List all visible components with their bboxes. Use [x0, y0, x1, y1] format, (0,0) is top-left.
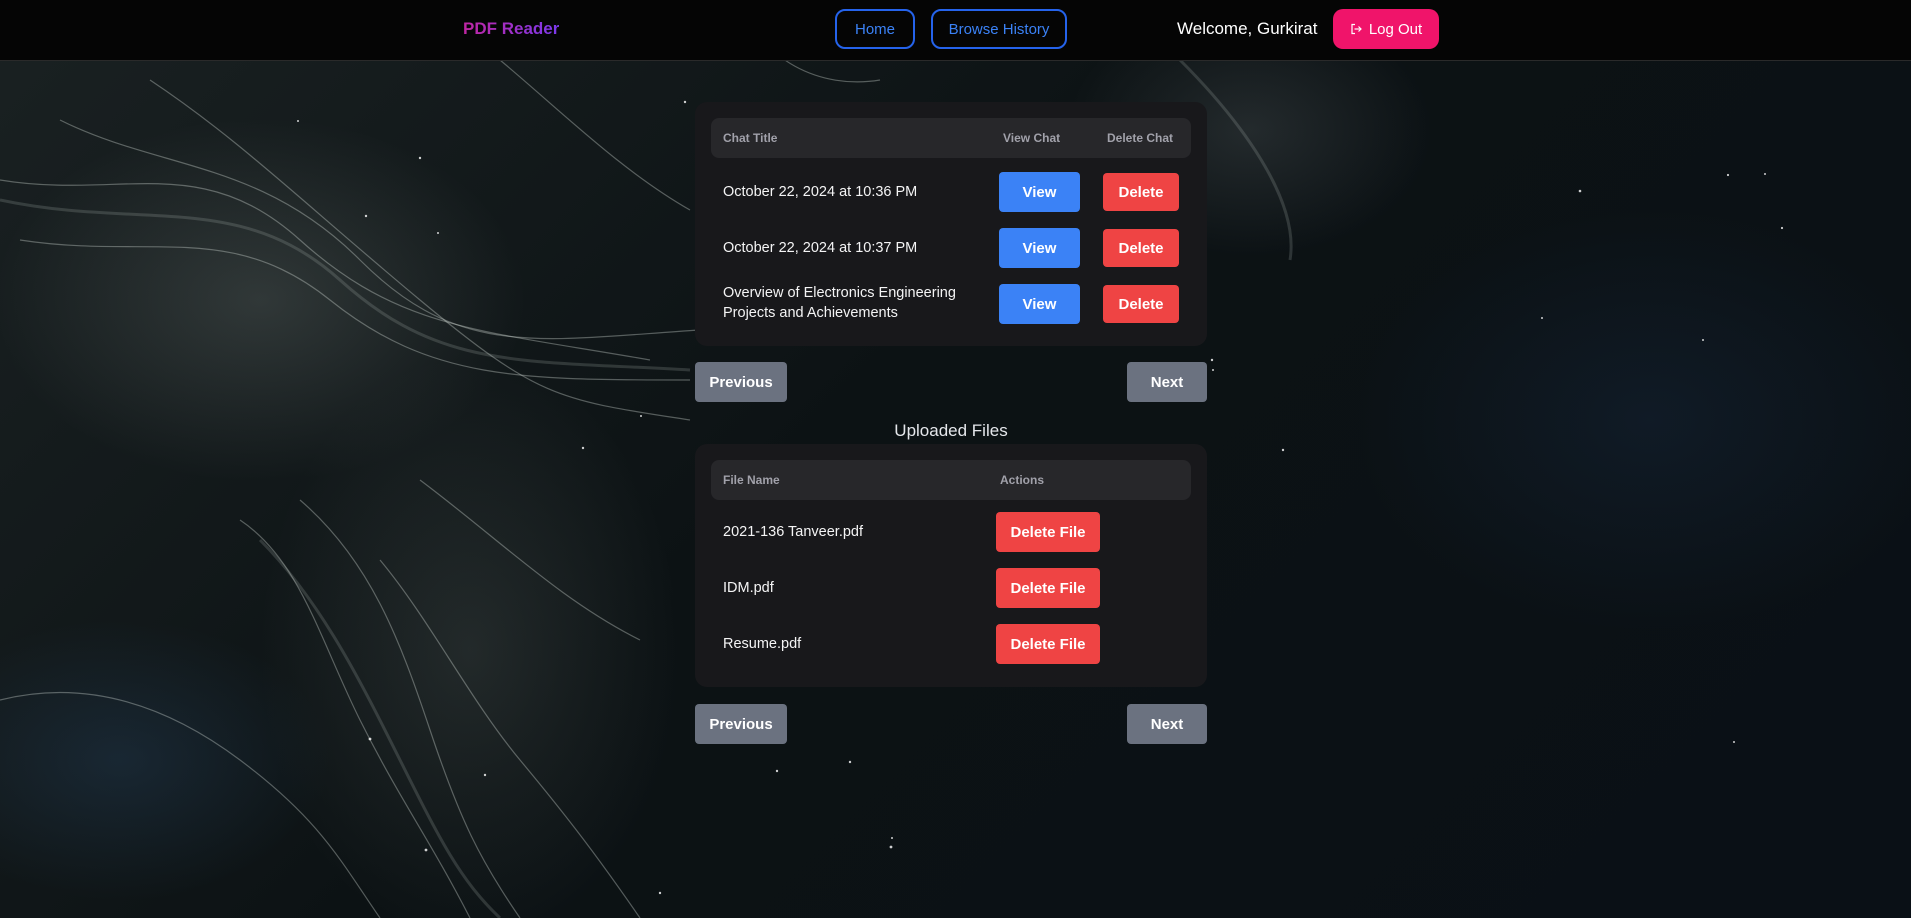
- delete-chat-button[interactable]: Delete: [1103, 229, 1179, 267]
- chat-title: Overview of Electronics Engineering Proj…: [723, 285, 956, 321]
- view-chat-button[interactable]: View: [999, 228, 1080, 268]
- welcome-text: Welcome, Gurkirat: [1177, 19, 1318, 38]
- home-button[interactable]: Home: [835, 9, 915, 49]
- delete-chat-button[interactable]: Delete: [1103, 173, 1179, 211]
- uploaded-files-table: File Name Actions 2021-136 Tanveer.pdf D…: [695, 444, 1207, 687]
- logout-button[interactable]: Log Out: [1333, 9, 1439, 49]
- chat-title: October 22, 2024 at 10:36 PM: [723, 184, 918, 200]
- file-name: 2021-136 Tanveer.pdf: [723, 524, 864, 540]
- table-header: Chat Title View Chat Delete Chat: [711, 118, 1191, 158]
- chat-history-table: Chat Title View Chat Delete Chat October…: [695, 102, 1207, 346]
- view-chat-button[interactable]: View: [999, 284, 1080, 324]
- top-navbar: PDF Reader Home Browse History Welcome, …: [0, 0, 1911, 61]
- column-header-delete-chat: Delete Chat: [1107, 131, 1174, 145]
- delete-file-button[interactable]: Delete File: [996, 624, 1100, 664]
- delete-chat-button[interactable]: Delete: [1103, 285, 1179, 323]
- delete-file-button[interactable]: Delete File: [996, 568, 1100, 608]
- uploaded-files-title: Uploaded Files: [894, 421, 1008, 440]
- logout-label: Log Out: [1368, 20, 1423, 38]
- files-previous-button[interactable]: Previous: [695, 704, 787, 744]
- browse-history-button[interactable]: Browse History: [931, 9, 1067, 49]
- files-next-button[interactable]: Next: [1127, 704, 1207, 744]
- table-header: File Name Actions: [711, 460, 1191, 500]
- column-header-view-chat: View Chat: [1003, 131, 1061, 145]
- column-header-chat-title: Chat Title: [723, 131, 778, 145]
- logout-icon: [1351, 23, 1362, 35]
- column-header-actions: Actions: [1000, 473, 1045, 487]
- chats-previous-button[interactable]: Previous: [695, 362, 787, 402]
- chats-next-button[interactable]: Next: [1127, 362, 1207, 402]
- file-name: IDM.pdf: [723, 580, 774, 596]
- delete-file-button[interactable]: Delete File: [996, 512, 1100, 552]
- column-header-file-name: File Name: [723, 473, 780, 487]
- chat-title: October 22, 2024 at 10:37 PM: [723, 240, 918, 256]
- file-name: Resume.pdf: [723, 636, 802, 652]
- view-chat-button[interactable]: View: [999, 172, 1080, 212]
- brand-logo[interactable]: PDF Reader: [463, 19, 559, 39]
